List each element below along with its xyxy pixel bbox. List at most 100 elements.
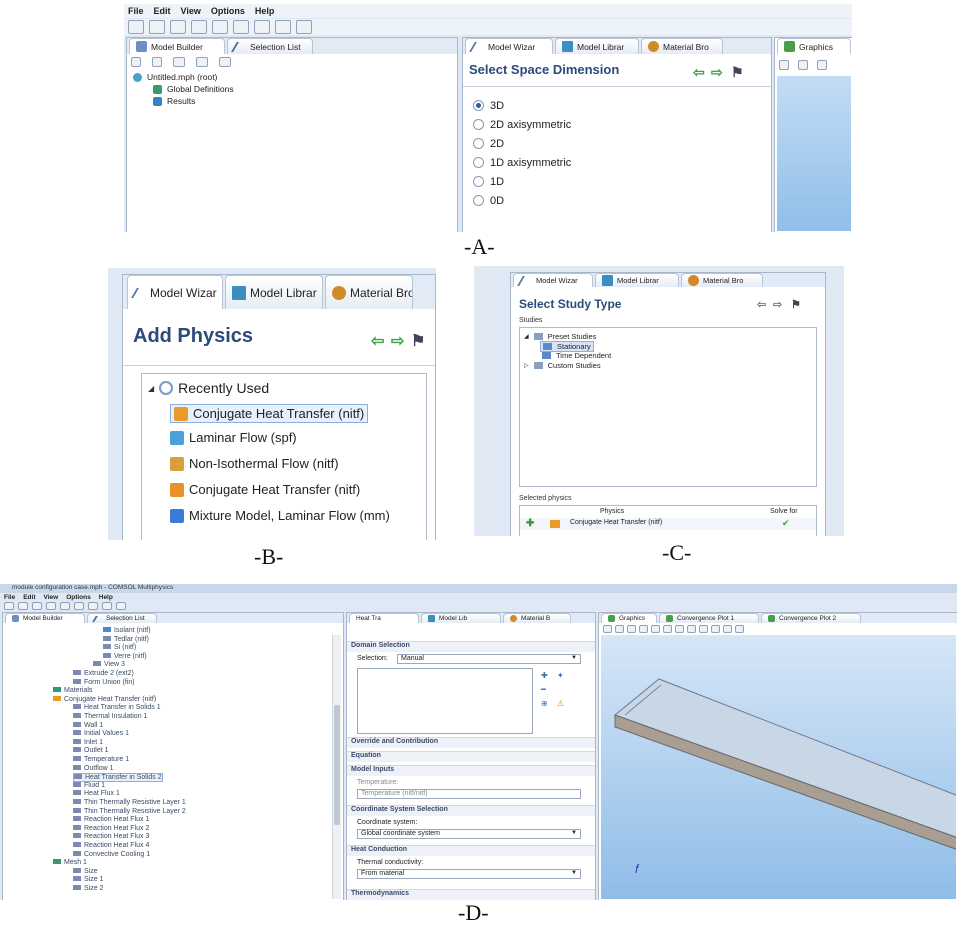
next-arrow-icon[interactable]: ⇨	[391, 331, 404, 351]
window-icon[interactable]	[102, 602, 112, 610]
tab-model-library[interactable]: Model Librar	[225, 275, 323, 309]
undo-icon[interactable]	[60, 602, 70, 610]
tree-item[interactable]: Initial Values 1	[73, 730, 129, 737]
physics-item[interactable]: Conjugate Heat Transfer (nitf)	[170, 482, 360, 497]
layout-icon[interactable]	[296, 20, 312, 34]
new-icon[interactable]	[128, 20, 144, 34]
back-arrow-icon[interactable]: ⇦	[371, 331, 384, 351]
finish-flag-icon[interactable]: ⚑	[731, 64, 744, 81]
build-icon[interactable]	[254, 20, 270, 34]
axis-icon[interactable]	[723, 625, 732, 633]
tab-graphics[interactable]: Graphics	[777, 38, 851, 54]
build-icon[interactable]	[88, 602, 98, 610]
zoom-extents-icon[interactable]	[627, 625, 636, 633]
open-icon[interactable]	[149, 20, 165, 34]
tab-selection-list[interactable]: Selection List	[227, 38, 313, 54]
rotate-icon[interactable]	[639, 625, 648, 633]
next-arrow-icon[interactable]: ⇨	[711, 64, 723, 81]
option-2d-axisymmetric[interactable]: 2D axisymmetric	[473, 115, 571, 134]
tree-item[interactable]: Heat Transfer in Solids 1	[73, 704, 161, 711]
section-domain-selection[interactable]: Domain Selection	[347, 641, 595, 652]
tree-item[interactable]: Outlet 1	[73, 747, 109, 754]
graphics-canvas[interactable]	[777, 76, 851, 231]
tree-item[interactable]: Thin Thermally Resistive Layer 1	[73, 799, 186, 806]
show-icon[interactable]	[219, 57, 231, 67]
zoom-icon[interactable]	[779, 60, 789, 70]
tree-time-dependent[interactable]: Time Dependent	[542, 351, 611, 360]
back-arrow-icon[interactable]: ⇦	[757, 298, 766, 311]
tab-material-browser[interactable]: Material Bro	[681, 273, 763, 287]
tree-preset-studies[interactable]: ◢ Preset Studies	[524, 332, 596, 341]
screenshot-icon[interactable]	[735, 625, 744, 633]
menu-edit[interactable]: Edit	[23, 594, 35, 602]
transparency-icon[interactable]	[675, 625, 684, 633]
tree-item[interactable]: Reaction Heat Flux 3	[73, 833, 149, 840]
tab-selection-list[interactable]: Selection List	[87, 613, 157, 623]
tree-custom-studies[interactable]: ▷ Custom Studies	[524, 361, 601, 370]
save-icon[interactable]	[170, 20, 186, 34]
window-icon[interactable]	[275, 20, 291, 34]
section-override[interactable]: Override and Contribution	[347, 737, 595, 748]
menu-file[interactable]: File	[4, 594, 15, 602]
option-1d-axisymmetric[interactable]: 1D axisymmetric	[473, 153, 571, 172]
tree-item[interactable]: Extrude 2 (ext2)	[73, 670, 134, 677]
tree-item[interactable]: Size	[73, 867, 98, 875]
new-icon[interactable]	[4, 602, 14, 610]
open-icon[interactable]	[18, 602, 28, 610]
remove-selection-icon[interactable]: ━	[541, 685, 546, 694]
tree-item[interactable]: Convective Cooling 1	[73, 850, 150, 858]
lighting-icon[interactable]	[699, 625, 708, 633]
physics-item[interactable]: Non-Isothermal Flow (nitf)	[170, 456, 339, 471]
section-model-inputs[interactable]: Model Inputs	[347, 765, 595, 776]
tree-item[interactable]: Wall 1	[73, 721, 103, 729]
tab-model-wizard[interactable]: Model Wizar	[513, 273, 593, 287]
select-icon[interactable]	[663, 625, 672, 633]
selection-listbox[interactable]	[357, 668, 533, 734]
tree-root[interactable]: Untitled.mph (root)	[133, 72, 217, 82]
tree-item[interactable]: Materials	[53, 687, 92, 694]
tree-item[interactable]: Thin Thermally Resistive Layer 2	[73, 807, 186, 815]
physics-item[interactable]: Conjugate Heat Transfer (nitf)	[170, 404, 369, 423]
option-3d[interactable]: 3D	[473, 96, 571, 115]
coord-dropdown[interactable]: Global coordinate system ▼	[357, 829, 581, 839]
tab-model-wizard[interactable]: Model Wizar	[127, 275, 223, 309]
wireframe-icon[interactable]	[687, 625, 696, 633]
option-2d[interactable]: 2D	[473, 134, 571, 153]
add-selection-icon[interactable]: ✚	[541, 671, 548, 680]
tab-heat-transfer[interactable]: Heat Tra	[349, 613, 419, 623]
menu-view[interactable]: View	[43, 594, 58, 602]
back-icon[interactable]	[131, 57, 141, 67]
tab-model-library[interactable]: Model Librar	[555, 38, 639, 54]
tree-item[interactable]: Size 2	[73, 885, 103, 892]
solve-check-icon[interactable]: ✔	[782, 518, 790, 529]
tree-item[interactable]: Mesh 1	[53, 859, 87, 866]
menu-view[interactable]: View	[181, 6, 201, 16]
tree-global-definitions[interactable]: Global Definitions	[153, 84, 234, 94]
physics-item[interactable]: Laminar Flow (spf)	[170, 430, 297, 445]
clear-selection-icon[interactable]: ✦	[557, 671, 564, 680]
print-icon[interactable]	[191, 20, 207, 34]
menu-options[interactable]: Options	[66, 594, 91, 602]
finish-flag-icon[interactable]: ⚑	[411, 331, 425, 351]
tree-item[interactable]: Heat Flux 1	[73, 790, 120, 797]
view-icon[interactable]	[798, 60, 808, 70]
tab-material-browser[interactable]: Material Bro	[325, 275, 413, 309]
section-thermodynamics[interactable]: Thermodynamics	[347, 889, 595, 900]
finish-flag-icon[interactable]: ⚑	[791, 298, 801, 311]
tab-model-library[interactable]: Model Librar	[595, 273, 679, 287]
tree-item[interactable]: Inlet 1	[73, 738, 103, 746]
expand-icon[interactable]	[173, 57, 185, 67]
option-1d[interactable]: 1D	[473, 172, 571, 191]
compute-icon[interactable]	[116, 602, 126, 610]
tree-item[interactable]: Fluid 1	[73, 781, 105, 789]
tab-model-wizard[interactable]: Model Wizar	[465, 38, 553, 54]
tree-item[interactable]: Form Union (fin)	[73, 678, 135, 686]
print-icon[interactable]	[46, 602, 56, 610]
tree-item[interactable]: Conjugate Heat Transfer (nitf)	[53, 695, 156, 703]
rotate-icon[interactable]	[817, 60, 827, 70]
section-coordinate-system[interactable]: Coordinate System Selection	[347, 805, 595, 816]
zoom-in-icon[interactable]	[603, 625, 612, 633]
save-icon[interactable]	[32, 602, 42, 610]
menu-file[interactable]: File	[128, 6, 144, 16]
tab-graphics[interactable]: Graphics	[601, 613, 657, 623]
